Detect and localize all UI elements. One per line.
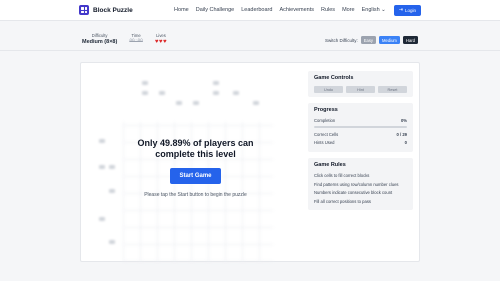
rule-item: Numbers indicate consecutive block count xyxy=(314,190,393,195)
rule-item: Click cells to fill correct blocks xyxy=(314,173,370,178)
hard-button[interactable]: Hard xyxy=(402,36,418,44)
status-bar: Difficulty Medium (8×8) Time 00:00 Lives… xyxy=(0,29,500,51)
start-hint: Please tap the Start button to begin the… xyxy=(144,192,247,198)
language-select[interactable]: English ⌄ xyxy=(362,7,386,13)
nav-links: Home Daily Challenge Leaderboard Achieve… xyxy=(174,7,386,13)
puzzle-board: Only 49.89% of players can complete this… xyxy=(93,77,298,262)
heart-icon: ♥ xyxy=(162,39,168,45)
difficulty-value: Medium (8×8) xyxy=(82,39,118,45)
difficulty-stat: Difficulty Medium (8×8) xyxy=(82,33,118,45)
nav-achievements[interactable]: Achievements xyxy=(279,7,314,13)
overlay-title: Only 49.89% of players can complete this… xyxy=(137,138,254,159)
rule-item: Fill all correct positions to pass xyxy=(314,198,372,204)
start-game-button[interactable]: Start Game xyxy=(170,168,221,184)
side-panel: Game Controls Undo Hint Reset Progress C… xyxy=(308,71,413,216)
start-overlay: Only 49.89% of players can complete this… xyxy=(93,77,298,259)
time-stat: Time 00:00 xyxy=(129,33,143,44)
progress-panel: Progress Completion 0% Correct Cells 0 /… xyxy=(308,103,413,152)
lives-hearts: ♥♥♥ xyxy=(155,39,167,45)
nav-daily-challenge[interactable]: Daily Challenge xyxy=(196,7,235,13)
controls-title: Game Controls xyxy=(314,75,354,81)
undo-button[interactable]: Undo xyxy=(314,86,343,93)
hints-used-value: 0 xyxy=(404,140,407,145)
controls-row: Undo Hint Reset xyxy=(314,86,407,93)
logo-grid-icon[interactable] xyxy=(79,5,89,15)
progress-title: Progress xyxy=(314,107,338,113)
login-icon: ⇥ xyxy=(398,7,403,13)
difficulty-switch: Switch Difficulty: Easy Medium Hard xyxy=(325,36,418,44)
easy-button[interactable]: Easy xyxy=(360,36,377,44)
rule-item: Find patterns using row/column number cl… xyxy=(314,181,399,187)
lives-stat: Lives ♥♥♥ xyxy=(154,33,168,45)
hint-button[interactable]: Hint xyxy=(346,86,375,93)
completion-value: 0% xyxy=(400,118,407,123)
nav-home[interactable]: Home xyxy=(174,7,189,13)
game-rules-panel: Game Rules Click cells to fill correct b… xyxy=(308,158,413,210)
correct-cells-row: Correct Cells 0 / 29 xyxy=(314,132,407,137)
medium-button[interactable]: Medium xyxy=(379,36,400,44)
nav-rules[interactable]: Rules xyxy=(321,7,335,13)
time-value: 00:00 xyxy=(129,39,143,44)
hints-used-row: Hints Used 0 xyxy=(314,140,407,145)
completion-row: Completion 0% xyxy=(314,118,407,123)
rules-title: Game Rules xyxy=(314,162,346,168)
login-button[interactable]: ⇥ Login xyxy=(393,4,421,16)
correct-cells-value: 0 / 29 xyxy=(396,132,407,137)
game-controls-panel: Game Controls Undo Hint Reset xyxy=(308,71,413,97)
nav-leaderboard[interactable]: Leaderboard xyxy=(241,7,272,13)
game-container: Only 49.89% of players can complete this… xyxy=(80,62,420,262)
nav-more[interactable]: More xyxy=(342,7,355,13)
completion-bar xyxy=(314,126,407,128)
chevron-down-icon: ⌄ xyxy=(381,7,386,13)
reset-button[interactable]: Reset xyxy=(378,86,407,93)
app-title[interactable]: Block Puzzle xyxy=(93,7,133,14)
top-navbar: Block Puzzle Home Daily Challenge Leader… xyxy=(0,0,500,21)
